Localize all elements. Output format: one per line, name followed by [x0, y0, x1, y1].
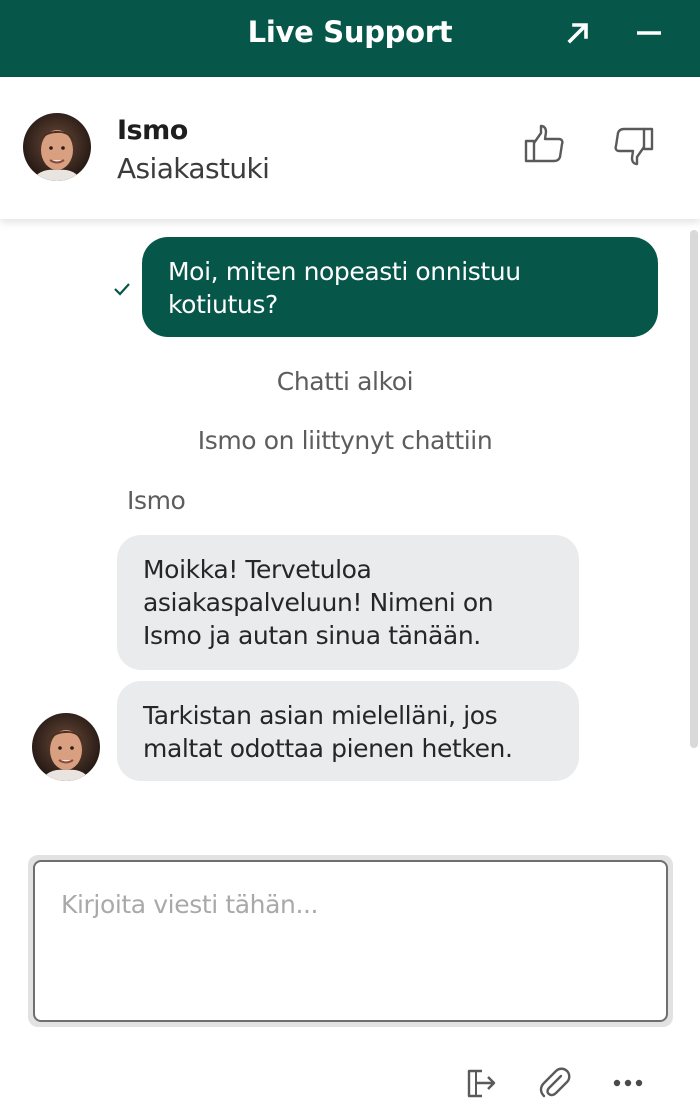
incoming-message: Moikka! Tervetuloa asiakaspalveluun! Nim… [117, 535, 579, 670]
checkmark-icon [114, 283, 130, 296]
message-input[interactable] [33, 860, 668, 1022]
sender-name: Ismo [127, 486, 186, 515]
agent-name: Ismo [117, 115, 188, 146]
agent-avatar [32, 713, 100, 781]
system-message: Ismo on liittynyt chattiin [197, 426, 493, 455]
system-message: Chatti alkoi [276, 367, 414, 396]
incoming-message: Tarkistan asian mielelläni, jos maltat o… [117, 681, 579, 781]
scrollbar[interactable] [690, 230, 698, 748]
thumbs-up-icon[interactable] [522, 123, 566, 167]
message-composer [28, 855, 673, 1027]
paperclip-icon[interactable] [538, 1066, 572, 1100]
outgoing-message: Moi, miten nopeasti onnistuu kotiutus? [142, 237, 658, 337]
chat-transcript[interactable]: Moi, miten nopeasti onnistuu kotiutus? C… [0, 219, 700, 839]
chat-title: Live Support [247, 15, 453, 49]
exit-icon[interactable] [465, 1066, 499, 1100]
chat-header: Live Support [0, 0, 700, 77]
more-icon[interactable] [611, 1066, 645, 1100]
minus-icon[interactable] [632, 18, 666, 48]
agent-role: Asiakastuki [117, 152, 270, 185]
thumbs-down-icon[interactable] [612, 123, 656, 167]
agent-avatar [23, 113, 91, 181]
agent-bar: Ismo Asiakastuki [0, 77, 700, 219]
arrow-up-right-icon[interactable] [563, 18, 593, 48]
